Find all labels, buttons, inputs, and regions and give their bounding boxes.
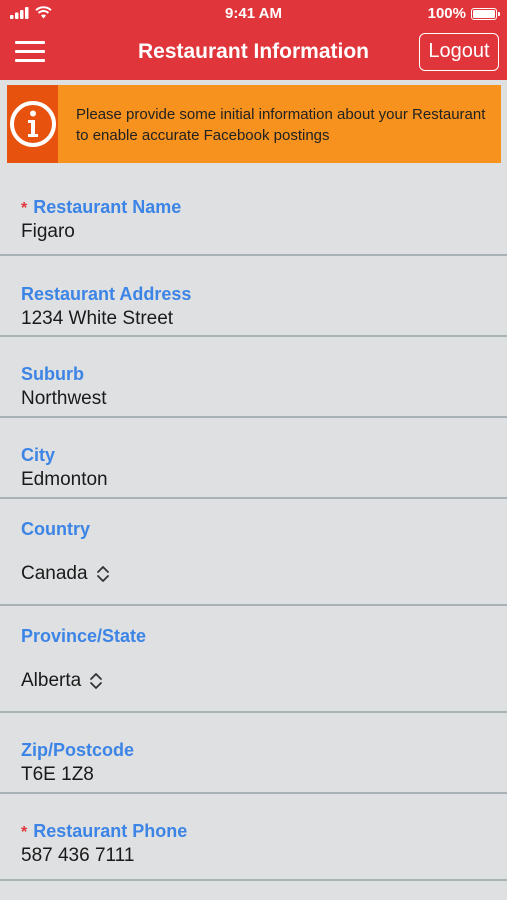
restaurant-address-label: Restaurant Address xyxy=(21,284,192,304)
restaurant-name-field[interactable]: * Restaurant Name Figaro xyxy=(0,163,507,256)
restaurant-name-value[interactable]: Figaro xyxy=(21,221,75,243)
country-value: Canada xyxy=(21,563,88,584)
province-label: Province/State xyxy=(21,626,147,646)
country-select[interactable]: Canada xyxy=(21,563,110,585)
logout-button[interactable]: Logout xyxy=(419,33,499,71)
country-field[interactable]: Country Canada xyxy=(0,499,507,606)
required-marker: * xyxy=(21,200,28,217)
city-field[interactable]: City Edmonton xyxy=(0,418,507,499)
restaurant-phone-value[interactable]: 587 436 7111 xyxy=(21,845,134,867)
country-label: Country xyxy=(21,519,90,539)
restaurant-address-field[interactable]: Restaurant Address 1234 White Street xyxy=(0,256,507,337)
battery-percent: 100% xyxy=(427,5,466,22)
suburb-value[interactable]: Northwest xyxy=(21,388,107,410)
province-select[interactable]: Alberta xyxy=(21,670,103,692)
app-header: 9:41 AM 100% Restaurant Information Logo… xyxy=(0,0,507,80)
up-down-chevron-icon xyxy=(90,673,103,689)
nav-bar: Restaurant Information Logout xyxy=(0,26,507,80)
restaurant-phone-field[interactable]: * Restaurant Phone 587 436 7111 xyxy=(0,794,507,881)
city-label: City xyxy=(21,445,56,465)
zip-field[interactable]: Zip/Postcode T6E 1Z8 xyxy=(0,713,507,794)
status-bar: 9:41 AM 100% xyxy=(0,0,507,26)
battery-icon xyxy=(471,7,500,20)
info-icon xyxy=(9,101,56,147)
required-marker: * xyxy=(21,824,28,841)
battery-status: 100% xyxy=(427,5,500,22)
restaurant-address-value[interactable]: 1234 White Street xyxy=(21,308,173,330)
up-down-chevron-icon xyxy=(96,566,109,582)
suburb-field[interactable]: Suburb Northwest xyxy=(0,337,507,418)
restaurant-name-label: * Restaurant Name xyxy=(21,197,182,217)
suburb-label: Suburb xyxy=(21,364,84,384)
zip-label: Zip/Postcode xyxy=(21,740,135,760)
banner-icon-box xyxy=(7,85,59,163)
zip-value[interactable]: T6E 1Z8 xyxy=(21,764,94,786)
info-banner: Please provide some initial information … xyxy=(7,85,501,163)
province-value: Alberta xyxy=(21,670,82,691)
city-value[interactable]: Edmonton xyxy=(21,469,108,491)
restaurant-phone-label: * Restaurant Phone xyxy=(21,821,188,841)
banner-text: Please provide some initial information … xyxy=(76,106,486,144)
province-field[interactable]: Province/State Alberta xyxy=(0,606,507,713)
restaurant-form: * Restaurant Name Figaro Restaurant Addre… xyxy=(0,163,507,881)
